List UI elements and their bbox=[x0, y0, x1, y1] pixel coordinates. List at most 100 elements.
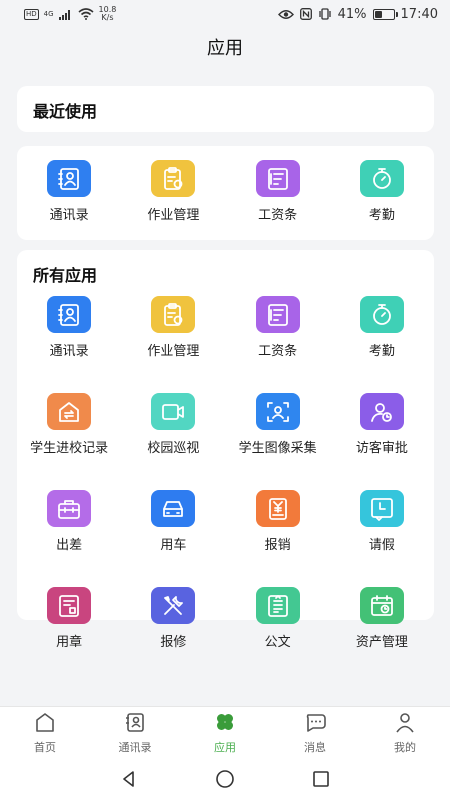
all-app-14[interactable]: 公文 bbox=[226, 587, 330, 650]
recent-section-title: 最近使用 bbox=[33, 102, 98, 121]
app-label: 请假 bbox=[368, 538, 395, 553]
recent-app-2[interactable]: 工资条 bbox=[226, 160, 330, 223]
reimburse-icon bbox=[255, 490, 300, 527]
home-button[interactable] bbox=[177, 769, 273, 789]
app-label: 通讯录 bbox=[49, 208, 89, 223]
vibrate-icon bbox=[318, 8, 331, 20]
car-icon bbox=[151, 490, 196, 527]
app-label: 考勤 bbox=[368, 208, 395, 223]
nav-label: 首页 bbox=[34, 740, 56, 754]
recent-app-3[interactable]: 考勤 bbox=[330, 160, 434, 223]
homework-icon bbox=[151, 160, 196, 197]
recents-button[interactable] bbox=[273, 769, 369, 789]
message-icon bbox=[304, 711, 326, 737]
nav-label: 通讯录 bbox=[118, 740, 152, 754]
battery-icon bbox=[372, 8, 398, 20]
app-label: 作业管理 bbox=[147, 208, 200, 223]
payslip-icon bbox=[255, 296, 300, 333]
leave-icon bbox=[359, 490, 404, 527]
app-label: 学生进校记录 bbox=[30, 441, 109, 456]
nav-item-0[interactable]: 首页 bbox=[0, 707, 90, 758]
hd-badge: HD bbox=[24, 8, 39, 20]
bottom-nav: 首页 通讯录 应用 消息 我的 bbox=[0, 706, 450, 758]
battery-percent: 41% bbox=[337, 6, 367, 22]
nav-label: 消息 bbox=[304, 740, 326, 754]
homework-icon bbox=[151, 296, 196, 333]
app-label: 作业管理 bbox=[147, 344, 200, 359]
all-app-8[interactable]: 出差 bbox=[17, 490, 121, 553]
app-label: 访客审批 bbox=[355, 441, 408, 456]
all-app-3[interactable]: 考勤 bbox=[330, 296, 434, 359]
home-circle-icon bbox=[216, 770, 234, 788]
all-app-7[interactable]: 访客审批 bbox=[330, 393, 434, 456]
all-app-13[interactable]: 报修 bbox=[121, 587, 225, 650]
payslip-icon bbox=[255, 160, 300, 197]
nav-item-2[interactable]: 应用 bbox=[180, 707, 270, 758]
app-label: 学生图像采集 bbox=[238, 441, 317, 456]
camera-icon bbox=[151, 393, 196, 430]
network-type: 4G bbox=[43, 10, 54, 18]
all-app-11[interactable]: 请假 bbox=[330, 490, 434, 553]
repair-icon bbox=[151, 587, 196, 624]
app-label: 出差 bbox=[56, 538, 83, 553]
all-app-12[interactable]: 用章 bbox=[17, 587, 121, 650]
contacts-icon bbox=[124, 711, 146, 737]
recent-apps-card: 通讯录 作业管理 工资条 考勤 bbox=[17, 146, 434, 240]
app-label: 通讯录 bbox=[49, 344, 89, 359]
all-apps-title: 所有应用 bbox=[33, 266, 98, 285]
back-triangle-icon bbox=[123, 771, 134, 787]
net-speed: 10.8 K/s bbox=[98, 5, 117, 22]
system-nav-bar bbox=[0, 758, 450, 800]
all-apps-grid: 通讯录 作业管理 工资条 考勤学生进校记录 校园巡视 学生图像采集 访客审批出差 用车 报销 请假… bbox=[17, 296, 434, 650]
stopwatch-icon bbox=[359, 296, 404, 333]
all-app-0[interactable]: 通讯录 bbox=[17, 296, 121, 359]
nav-item-4[interactable]: 我的 bbox=[360, 707, 450, 758]
all-app-4[interactable]: 学生进校记录 bbox=[17, 393, 121, 456]
all-app-9[interactable]: 用车 bbox=[121, 490, 225, 553]
app-label: 工资条 bbox=[258, 208, 298, 223]
status-bar: HD 4G 10.8 K/s 41% 17:40 bbox=[0, 0, 450, 28]
app-label: 报销 bbox=[264, 538, 291, 553]
suitcase-icon bbox=[47, 490, 92, 527]
app-label: 报修 bbox=[160, 635, 187, 650]
app-label: 考勤 bbox=[368, 344, 395, 359]
app-label: 用车 bbox=[160, 538, 187, 553]
app-label: 资产管理 bbox=[355, 635, 408, 650]
recent-app-0[interactable]: 通讯录 bbox=[17, 160, 121, 223]
face-capture-icon bbox=[255, 393, 300, 430]
back-button[interactable] bbox=[81, 769, 177, 789]
recent-apps-grid: 通讯录 作业管理 工资条 考勤 bbox=[17, 160, 434, 223]
nav-label: 应用 bbox=[214, 740, 236, 754]
battery-level bbox=[374, 10, 382, 18]
recent-app-1[interactable]: 作业管理 bbox=[121, 160, 225, 223]
nfc-icon bbox=[299, 8, 312, 20]
profile-icon bbox=[394, 711, 416, 737]
document-icon bbox=[255, 587, 300, 624]
wifi-icon bbox=[78, 8, 94, 20]
clock: 17:40 bbox=[400, 6, 438, 22]
all-app-10[interactable]: 报销 bbox=[226, 490, 330, 553]
clover-icon bbox=[214, 711, 236, 737]
nav-label: 我的 bbox=[394, 740, 416, 754]
app-label: 工资条 bbox=[258, 344, 298, 359]
entry-record-icon bbox=[47, 393, 92, 430]
all-app-15[interactable]: 资产管理 bbox=[330, 587, 434, 650]
all-app-6[interactable]: 学生图像采集 bbox=[226, 393, 330, 456]
page-title: 应用 bbox=[207, 38, 243, 59]
all-app-2[interactable]: 工资条 bbox=[226, 296, 330, 359]
asset-icon bbox=[359, 587, 404, 624]
all-app-1[interactable]: 作业管理 bbox=[121, 296, 225, 359]
app-label: 校园巡视 bbox=[147, 441, 200, 456]
all-apps-card: 所有应用 通讯录 作业管理 工资条 考勤 学生进校记录 校园巡视 学生图像采集 访客审批 出差用… bbox=[17, 250, 434, 650]
contacts-icon bbox=[47, 296, 92, 333]
app-label: 用章 bbox=[56, 635, 83, 650]
all-app-5[interactable]: 校园巡视 bbox=[121, 393, 225, 456]
contacts-icon bbox=[47, 160, 92, 197]
eye-icon bbox=[277, 9, 294, 19]
nav-item-3[interactable]: 消息 bbox=[270, 707, 360, 758]
app-label: 公文 bbox=[264, 635, 291, 650]
nav-item-1[interactable]: 通讯录 bbox=[90, 707, 180, 758]
recent-section-header: 最近使用 bbox=[17, 86, 434, 132]
signal-icon bbox=[58, 9, 70, 20]
visitor-icon bbox=[359, 393, 404, 430]
